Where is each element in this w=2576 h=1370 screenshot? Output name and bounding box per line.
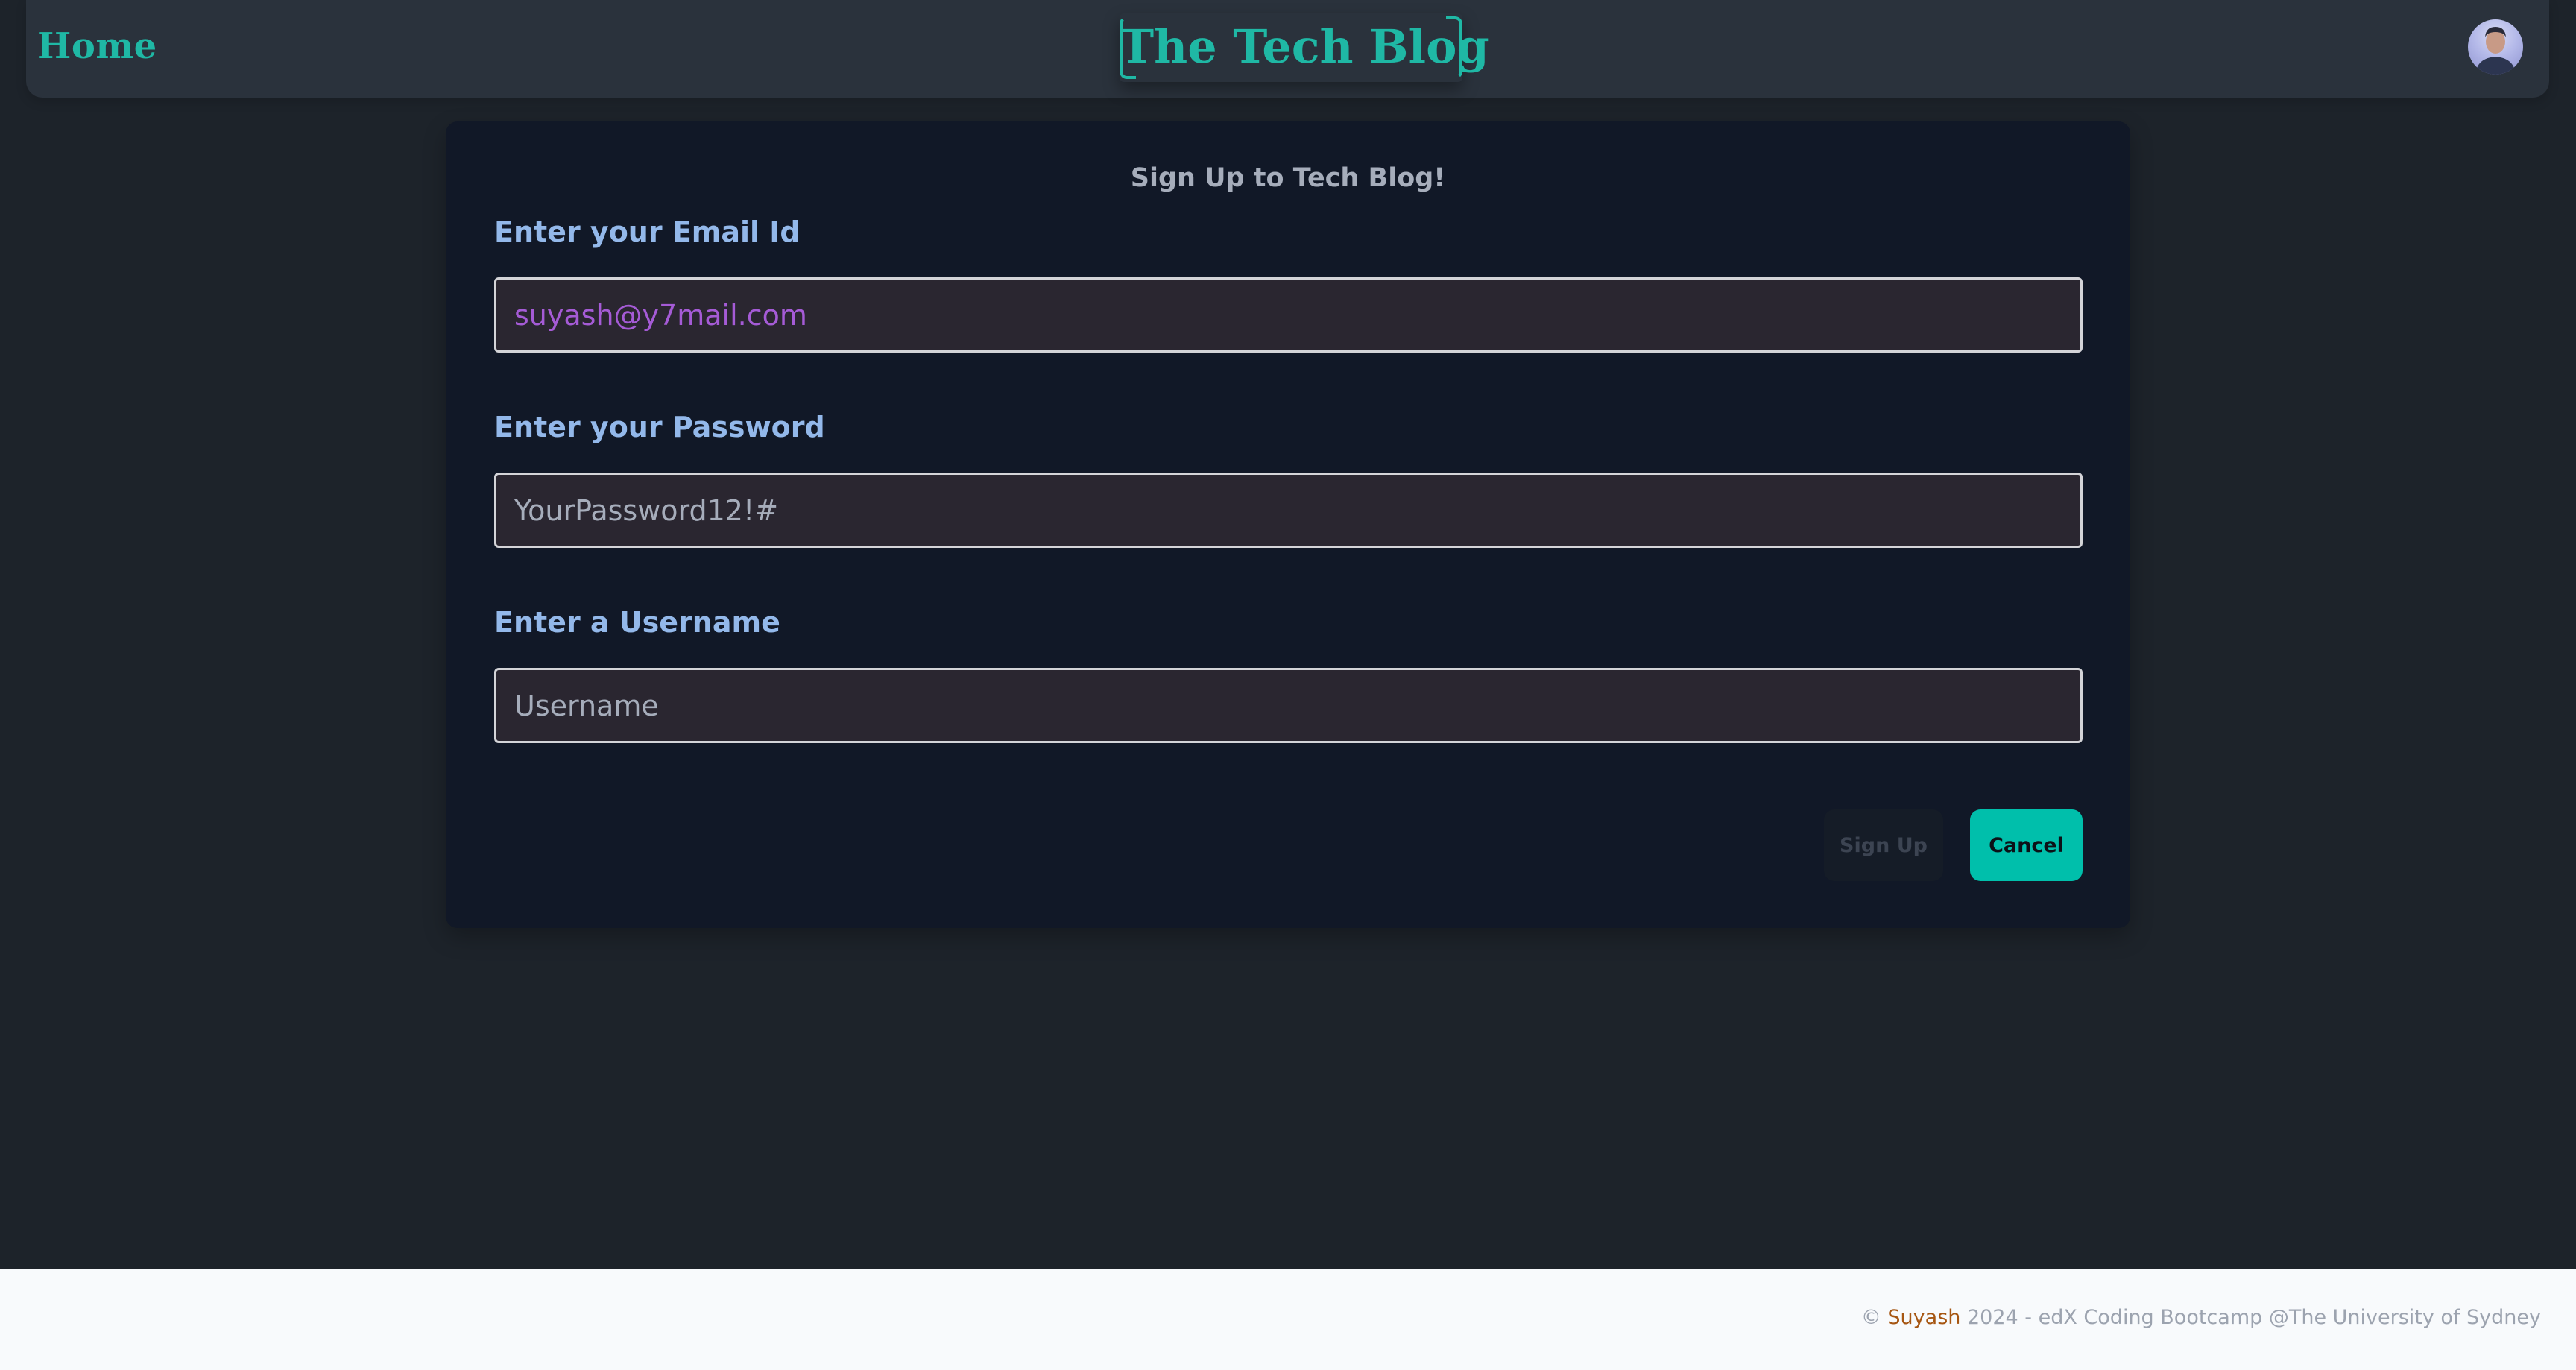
cancel-button[interactable]: Cancel [1970, 809, 2083, 881]
footer-author-link[interactable]: Suyash [1887, 1306, 1960, 1329]
signup-button[interactable]: Sign Up [1824, 809, 1943, 881]
password-label: Enter your Password [494, 411, 825, 443]
home-link[interactable]: Home [37, 25, 157, 67]
brand-title: The Tech Blog [1120, 19, 1489, 74]
password-field[interactable] [494, 473, 2083, 548]
signup-card: Sign Up to Tech Blog! Enter your Email I… [446, 121, 2130, 928]
copyright-symbol: © [1860, 1306, 1881, 1329]
avatar-portrait-icon [2475, 27, 2516, 75]
footer-credit-text: 2024 - edX Coding Bootcamp @The Universi… [1966, 1306, 2541, 1329]
username-label: Enter a Username [494, 606, 780, 639]
form-title: Sign Up to Tech Blog! [1130, 163, 1446, 193]
footer-copyright: © Suyash 2024 - edX Coding Bootcamp @The… [1861, 1306, 2541, 1329]
email-field[interactable] [494, 277, 2083, 353]
navbar: Home The Tech Blog [26, 0, 2549, 98]
brand: The Tech Blog [1120, 13, 1489, 82]
username-field[interactable] [494, 668, 2083, 743]
user-avatar-icon[interactable] [2468, 19, 2523, 75]
footer: © Suyash 2024 - edX Coding Bootcamp @The… [0, 1269, 2576, 1370]
email-label: Enter your Email Id [494, 215, 801, 248]
